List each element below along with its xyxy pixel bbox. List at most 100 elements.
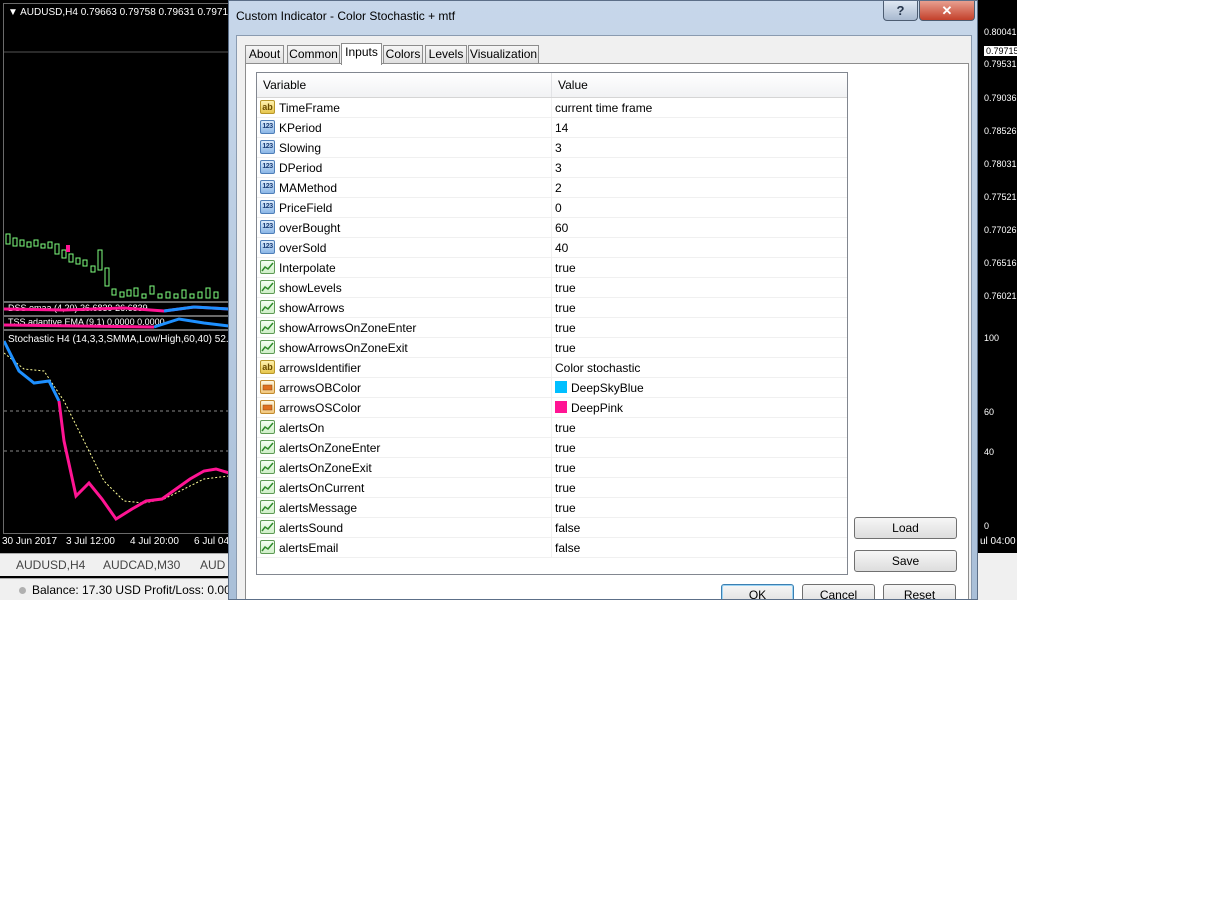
value-cell[interactable]: DeepSkyBlue — [552, 378, 847, 397]
tab-colors[interactable]: Colors — [383, 45, 423, 64]
value-cell[interactable]: 14 — [552, 118, 847, 137]
time-label: 30 Jun 2017 — [2, 536, 58, 547]
price-label: 0.77026 — [984, 225, 1017, 235]
value-cell[interactable]: true — [552, 338, 847, 357]
variable-name: alertsOn — [279, 421, 325, 435]
value-cell[interactable]: 40 — [552, 238, 847, 257]
value-cell[interactable]: true — [552, 418, 847, 437]
close-button[interactable]: ✕ — [919, 1, 975, 21]
symbol-tab[interactable]: AUD — [200, 558, 225, 572]
status-bar: Balance: 17.30 USD Profit/Loss: 0.00 — [0, 578, 235, 600]
value-cell[interactable]: true — [552, 438, 847, 457]
table-row[interactable]: 123 DPeriod 3 — [257, 158, 847, 178]
table-row[interactable]: ab arrowsIdentifier Color stochastic — [257, 358, 847, 378]
table-row[interactable]: alertsOn true — [257, 418, 847, 438]
value-cell[interactable]: 3 — [552, 158, 847, 177]
value-cell[interactable]: true — [552, 278, 847, 297]
help-button[interactable]: ? — [883, 1, 918, 21]
table-row[interactable]: 123 overSold 40 — [257, 238, 847, 258]
variable-value: false — [555, 521, 581, 535]
table-row[interactable]: 123 KPeriod 14 — [257, 118, 847, 138]
cancel-button[interactable]: Cancel — [802, 584, 875, 599]
tab-inputs[interactable]: Inputs — [341, 43, 382, 65]
table-row[interactable]: arrowsOSColor DeepPink — [257, 398, 847, 418]
value-cell[interactable]: 2 — [552, 178, 847, 197]
table-row[interactable]: 123 Slowing 3 — [257, 138, 847, 158]
variable-name: alertsOnZoneEnter — [279, 441, 381, 455]
value-cell[interactable]: false — [552, 538, 847, 557]
value-cell[interactable]: 60 — [552, 218, 847, 237]
color-type-icon — [260, 400, 275, 414]
price-label: 0.76021 — [984, 291, 1017, 301]
table-row[interactable]: alertsMessage true — [257, 498, 847, 518]
table-row[interactable]: 123 overBought 60 — [257, 218, 847, 238]
dialog-title: Custom Indicator - Color Stochastic + mt… — [236, 9, 456, 23]
symbol-tab[interactable]: AUDUSD,H4 — [16, 558, 85, 572]
grid-header: Variable Value — [257, 73, 847, 98]
value-cell[interactable]: true — [552, 478, 847, 497]
stoch-scale-label: 0 — [984, 521, 990, 531]
symbol-tab[interactable]: AUDCAD,M30 — [103, 558, 180, 572]
variable-cell: alertsOnCurrent — [257, 478, 552, 497]
color-swatch — [555, 401, 567, 413]
value-cell[interactable]: true — [552, 298, 847, 317]
integer-type-icon: 123 — [260, 220, 275, 234]
table-row[interactable]: showArrowsOnZoneExit true — [257, 338, 847, 358]
value-cell[interactable]: current time frame — [552, 98, 847, 117]
variable-cell: 123 KPeriod — [257, 118, 552, 137]
table-row[interactable]: alertsEmail false — [257, 538, 847, 558]
tss-indicator-window[interactable]: TSS adaptive EMA (9,1) 0.0000 0.0000 — [3, 316, 230, 330]
variable-value: true — [555, 281, 576, 295]
value-cell[interactable]: DeepPink — [552, 398, 847, 417]
stochastic-window[interactable]: Stochastic H4 (14,3,3,SMMA,Low/High,60,4… — [3, 330, 230, 534]
variable-cell: alertsOnZoneExit — [257, 458, 552, 477]
variable-cell: arrowsOBColor — [257, 378, 552, 397]
variable-cell: showArrowsOnZoneExit — [257, 338, 552, 357]
tab-visualization[interactable]: Visualization — [468, 45, 539, 64]
table-row[interactable]: alertsOnZoneEnter true — [257, 438, 847, 458]
load-button[interactable]: Load — [854, 517, 957, 539]
tab-common[interactable]: Common — [287, 45, 340, 64]
dss-indicator-window[interactable]: DSS emaa (4,20) 26.6839 26.6839 — [3, 302, 230, 316]
table-row[interactable]: showLevels true — [257, 278, 847, 298]
value-cell[interactable]: false — [552, 518, 847, 537]
variable-name: showArrows — [279, 301, 345, 315]
table-row[interactable]: arrowsOBColor DeepSkyBlue — [257, 378, 847, 398]
reset-button[interactable]: Reset — [883, 584, 956, 599]
variable-value: true — [555, 301, 576, 315]
boolean-type-icon — [260, 300, 275, 314]
variable-cell: alertsOn — [257, 418, 552, 437]
value-cell[interactable]: 3 — [552, 138, 847, 157]
tab-levels[interactable]: Levels — [425, 45, 467, 64]
tab-about[interactable]: About — [245, 45, 284, 64]
variable-name: arrowsIdentifier — [279, 361, 362, 375]
value-cell[interactable]: true — [552, 498, 847, 517]
table-row[interactable]: alertsOnZoneExit true — [257, 458, 847, 478]
table-row[interactable]: 123 MAMethod 2 — [257, 178, 847, 198]
variable-name: alertsOnZoneExit — [279, 461, 372, 475]
value-cell[interactable]: true — [552, 458, 847, 477]
variable-cell: showLevels — [257, 278, 552, 297]
table-row[interactable]: showArrows true — [257, 298, 847, 318]
table-row[interactable]: ab TimeFrame current time frame — [257, 98, 847, 118]
value-cell[interactable]: 0 — [552, 198, 847, 217]
save-button[interactable]: Save — [854, 550, 957, 572]
table-row[interactable]: 123 PriceField 0 — [257, 198, 847, 218]
table-row[interactable]: alertsSound false — [257, 518, 847, 538]
value-cell[interactable]: Color stochastic — [552, 358, 847, 377]
price-chart[interactable]: ▼ AUDUSD,H4 0.79663 0.79758 0.79631 0.79… — [3, 3, 230, 302]
variable-name: alertsSound — [279, 521, 344, 535]
ok-button[interactable]: OK — [721, 584, 794, 599]
value-cell[interactable]: true — [552, 258, 847, 277]
dss-indicator-lines — [4, 305, 229, 313]
column-header-variable[interactable]: Variable — [257, 73, 552, 97]
table-row[interactable]: alertsOnCurrent true — [257, 478, 847, 498]
value-cell[interactable]: true — [552, 318, 847, 337]
variable-cell: 123 overSold — [257, 238, 552, 257]
column-header-value[interactable]: Value — [552, 73, 847, 97]
variable-cell: showArrowsOnZoneEnter — [257, 318, 552, 337]
table-row[interactable]: showArrowsOnZoneEnter true — [257, 318, 847, 338]
table-row[interactable]: Interpolate true — [257, 258, 847, 278]
variable-cell: 123 overBought — [257, 218, 552, 237]
custom-indicator-dialog: Custom Indicator - Color Stochastic + mt… — [228, 0, 978, 600]
